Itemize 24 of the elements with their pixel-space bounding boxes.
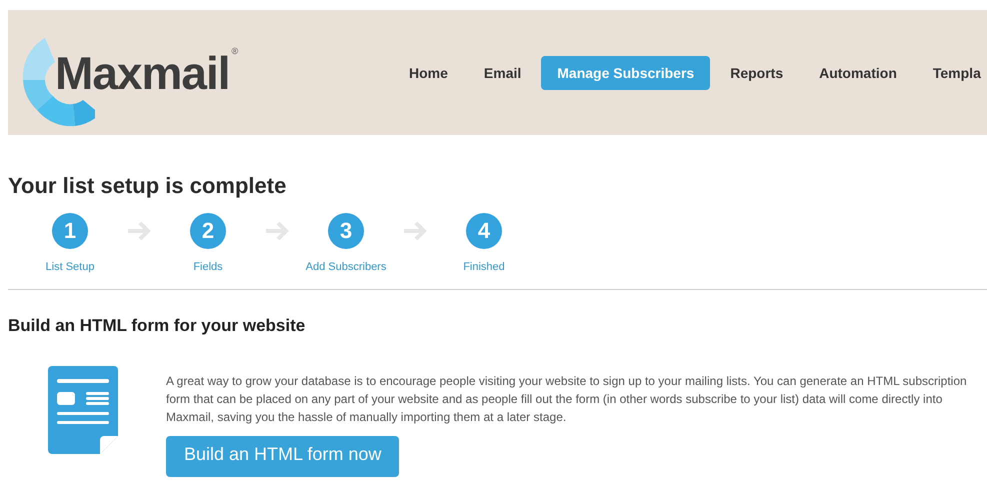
arrow-icon (264, 221, 290, 241)
step-label[interactable]: List Setup (46, 261, 94, 273)
document-icon (48, 366, 118, 454)
step-label[interactable]: Finished (463, 261, 505, 273)
section-heading: Build an HTML form for your website (8, 316, 306, 336)
registered-mark: ® (232, 46, 238, 56)
step-label[interactable]: Add Subscribers (306, 261, 386, 273)
nav-tab[interactable]: Manage Subscribers (541, 56, 710, 90)
nav-tab[interactable]: Automation (803, 56, 913, 90)
step-number: 3 (328, 213, 364, 249)
step-number: 2 (190, 213, 226, 249)
nav-tab[interactable]: Reports (714, 56, 800, 90)
step-label[interactable]: Fields (193, 261, 223, 273)
step-number: 1 (52, 213, 88, 249)
step-number: 4 (466, 213, 502, 249)
page-title: Your list setup is complete (8, 173, 288, 199)
nav-tab[interactable]: Home (393, 56, 464, 90)
nav-tab[interactable]: Email (468, 56, 538, 90)
logo-text: Maxmail (55, 46, 230, 100)
build-form-button[interactable]: Build an HTML form now (166, 436, 400, 477)
arrow-icon (126, 221, 152, 241)
arrow-icon (402, 221, 428, 241)
nav-tab[interactable]: Templa (916, 56, 987, 90)
description-text: A great way to grow your database is to encourage people visiting your website to sign up to your mailing lists. You can generate an HTML subscription form that can be placed on any part of your website and as people fill out the form (in other words subscribe to your list) data will come directly into Maxmail, saving you the hassle of manually importing them at a later stage. (166, 373, 968, 426)
